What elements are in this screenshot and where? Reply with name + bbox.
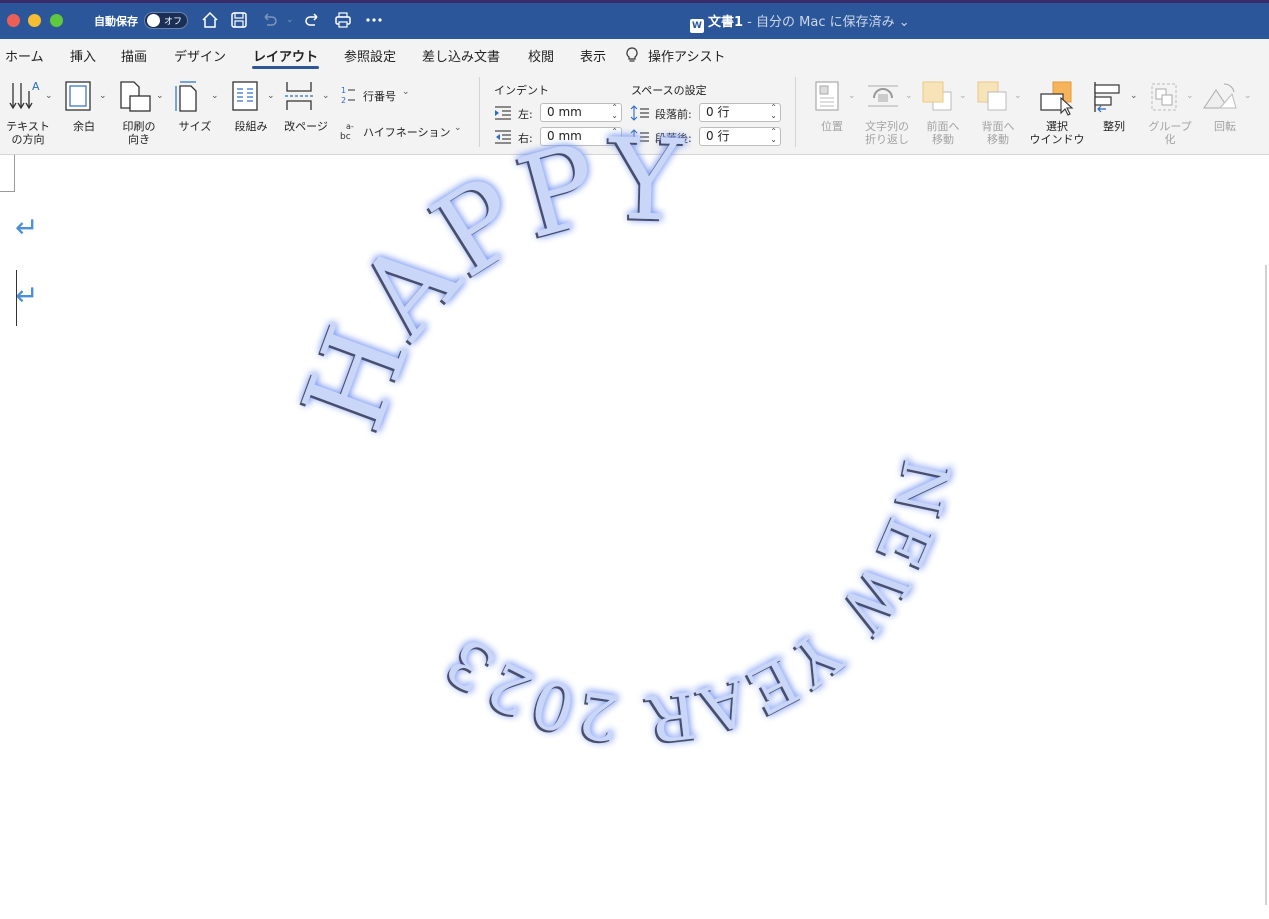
wordart-happy: HAPPY [279, 115, 686, 446]
wordart-circle[interactable]: HAPPY NEW YEAR 2023 [0, 0, 1269, 919]
wordart-new-year: NEW YEAR 2023 [432, 452, 964, 755]
wordart-happy-path: HAPPY [279, 115, 684, 446]
wordart-new-year-path: NEW YEAR 2023 [432, 452, 962, 755]
